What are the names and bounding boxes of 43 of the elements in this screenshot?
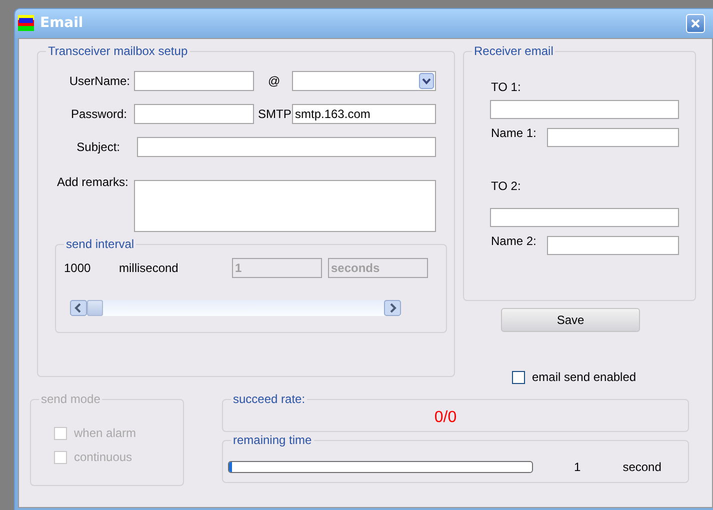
remaining-unit: second	[622, 460, 662, 474]
interval-value: 1000	[63, 261, 92, 275]
scroll-left-icon[interactable]	[70, 300, 87, 316]
username-field[interactable]	[134, 71, 254, 91]
field-label: TO 1:	[491, 80, 522, 94]
close-button[interactable]	[686, 14, 705, 32]
group-title: succeed rate:	[231, 392, 308, 406]
field-label: Subject:	[76, 140, 121, 154]
interval-slider[interactable]	[70, 300, 401, 316]
subject-field[interactable]	[137, 137, 436, 157]
interval-unit: millisecond	[119, 261, 180, 275]
scroll-right-icon[interactable]	[384, 300, 401, 316]
smtp-field[interactable]: smtp.163.com	[292, 104, 436, 124]
slider-thumb[interactable]	[87, 300, 103, 316]
recipient-name-field[interactable]	[547, 128, 679, 147]
recipient-email-field[interactable]	[490, 100, 679, 119]
field-label: SMTP	[258, 107, 291, 121]
at-sign: @	[268, 74, 282, 88]
checkbox[interactable]	[512, 370, 525, 384]
remarks-field[interactable]	[134, 180, 436, 232]
group-title: send mode	[39, 392, 102, 406]
password-field[interactable]	[134, 104, 254, 124]
checkbox-label: when alarm	[74, 426, 136, 440]
success-rate-value: 0/0	[434, 409, 457, 427]
field-label: Name 2:	[491, 234, 538, 248]
field-label: TO 2:	[491, 179, 522, 193]
window-title: Email	[40, 15, 84, 31]
group-title: Transceiver mailbox setup	[46, 44, 190, 58]
save-button[interactable]: Save	[501, 308, 640, 332]
group-title: send interval	[64, 237, 136, 251]
field-label: Name 1:	[491, 126, 538, 140]
checkbox-label: continuous	[74, 450, 132, 464]
field-label: UserName:	[68, 74, 130, 88]
group-title: remaining time	[231, 433, 314, 447]
field-label: Password:	[70, 107, 128, 121]
recipient-email-field[interactable]	[490, 208, 679, 227]
field-label: Add remarks:	[56, 175, 130, 189]
remaining-value: 1	[574, 460, 581, 474]
close-icon	[690, 18, 701, 28]
app-icon	[18, 15, 34, 31]
checkbox-label: email send enabled	[532, 370, 636, 384]
group-title: Receiver email	[472, 44, 556, 58]
recipient-name-field[interactable]	[547, 236, 679, 255]
